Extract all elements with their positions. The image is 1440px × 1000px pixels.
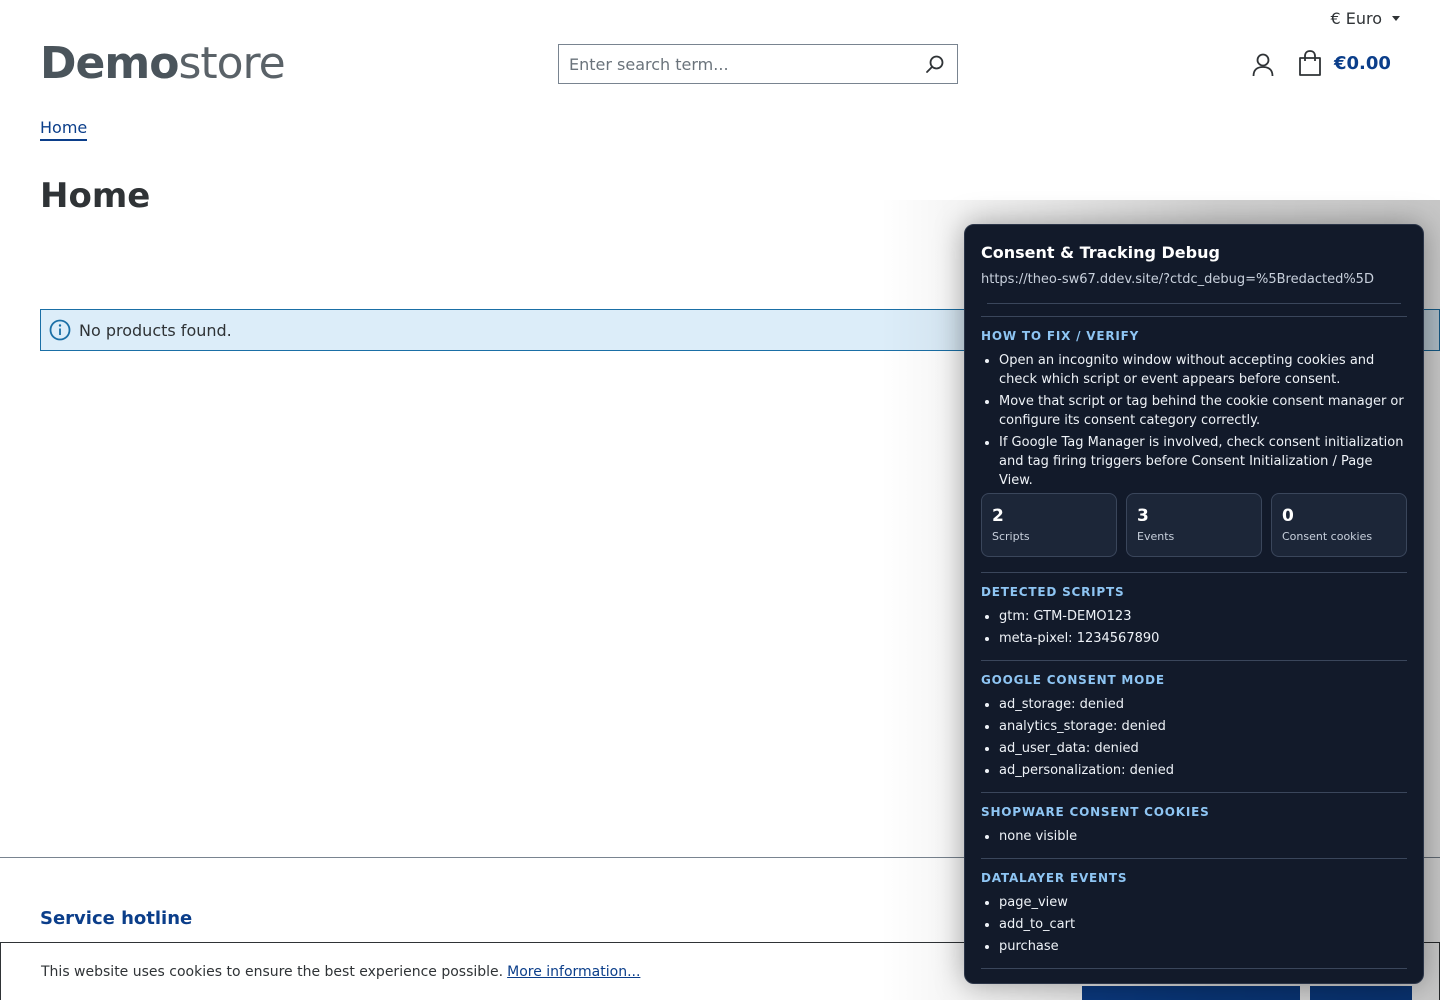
logo-bold-text: Demo: [40, 38, 179, 89]
section-datalayer-events: DATALAYER EVENTS page_view add_to_cart p…: [981, 858, 1407, 956]
event-item: add_to_cart: [999, 915, 1407, 934]
breadcrumb-home[interactable]: Home: [40, 118, 88, 141]
account-button[interactable]: [1250, 52, 1276, 78]
consent-item: analytics_storage: denied: [999, 717, 1407, 736]
caret-down-icon: [1392, 15, 1400, 21]
section-divider-bottom: [981, 968, 1407, 969]
cookie-item: none visible: [999, 827, 1407, 846]
section-title: SHOPWARE CONSENT COOKIES: [981, 805, 1210, 819]
currency-label: € Euro: [1330, 8, 1382, 28]
currency-selector[interactable]: € Euro: [1330, 6, 1400, 30]
consent-item: ad_storage: denied: [999, 695, 1407, 714]
cookie-message: This website uses cookies to ensure the …: [41, 963, 504, 980]
script-item: meta-pixel: 1234567890: [999, 629, 1407, 648]
consent-item: ad_user_data: denied: [999, 739, 1407, 758]
consent-debug-panel[interactable]: Consent & Tracking Debug https://theo-sw…: [964, 224, 1424, 984]
fix-item: Open an incognito window without accepti…: [999, 351, 1407, 389]
fix-item: Move that script or tag behind the cooki…: [999, 392, 1407, 430]
cookie-configure-button[interactable]: [1082, 986, 1300, 1000]
search-button[interactable]: [913, 45, 957, 83]
event-item: page_view: [999, 893, 1407, 912]
logo-light-text: store: [178, 38, 285, 89]
cookie-more-info-link[interactable]: More information...: [507, 964, 640, 980]
section-detected-scripts: DETECTED SCRIPTS gtm: GTM-DEMO123 meta-p…: [981, 572, 1407, 648]
search-input[interactable]: [559, 45, 913, 83]
section-title: GOOGLE CONSENT MODE: [981, 673, 1165, 687]
section-title: DATALAYER EVENTS: [981, 871, 1128, 885]
search-form: [558, 44, 958, 84]
stat-consent-cookies: 0 Consent cookies: [1271, 493, 1407, 557]
info-icon: [49, 319, 71, 341]
stat-label: Scripts: [992, 530, 1030, 543]
consent-item: ad_personalization: denied: [999, 761, 1407, 780]
footer-service-hotline-heading[interactable]: Service hotline: [40, 908, 192, 929]
stat-events: 3 Events: [1126, 493, 1262, 557]
event-item: purchase: [999, 937, 1407, 956]
stat-label: Events: [1137, 530, 1175, 543]
shopping-bag-icon: [1299, 50, 1321, 76]
debug-panel-scroll-area[interactable]: HOW TO FIX / VERIFY Open an incognito wi…: [981, 303, 1407, 983]
cookie-accept-button[interactable]: [1310, 986, 1412, 1000]
cart-button[interactable]: €0.00: [1298, 50, 1391, 76]
page-title: Home: [40, 176, 151, 216]
user-icon: [1252, 53, 1274, 77]
section-title: DETECTED SCRIPTS: [981, 585, 1125, 599]
script-item: gtm: GTM-DEMO123: [999, 607, 1407, 626]
stat-scripts: 2 Scripts: [981, 493, 1117, 557]
debug-panel-url: https://theo-sw67.ddev.site/?ctdc_debug=…: [981, 272, 1374, 287]
cart-total: €0.00: [1334, 52, 1391, 74]
section-shopware-consent-cookies: SHOPWARE CONSENT COOKIES none visible: [981, 792, 1407, 846]
store-logo[interactable]: Demo store: [40, 38, 286, 89]
fix-item: If Google Tag Manager is involved, check…: [999, 433, 1407, 490]
section-title: HOW TO FIX / VERIFY: [981, 329, 1140, 343]
section-how-to-fix: HOW TO FIX / VERIFY Open an incognito wi…: [981, 316, 1407, 490]
debug-stats: 2 Scripts 3 Events 0 Consent cookies: [981, 493, 1407, 557]
stat-number: 2: [992, 506, 1004, 526]
search-icon: [926, 55, 944, 73]
section-google-consent-mode: GOOGLE CONSENT MODE ad_storage: denied a…: [981, 660, 1407, 780]
stat-label: Consent cookies: [1282, 530, 1373, 543]
alert-text: No products found.: [79, 320, 232, 340]
debug-panel-title: Consent & Tracking Debug: [981, 243, 1220, 262]
stat-number: 0: [1282, 506, 1294, 526]
scroll-clipped-edge: [987, 303, 1401, 304]
stat-number: 3: [1137, 506, 1149, 526]
